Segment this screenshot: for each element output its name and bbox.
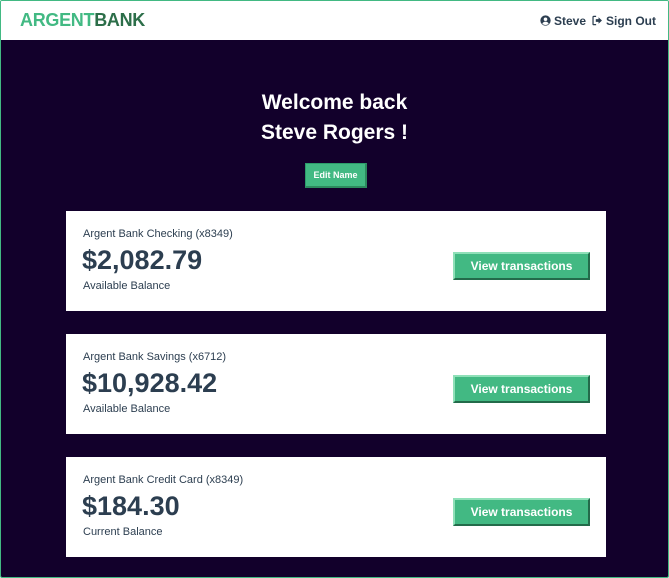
logo-text-argent: ARGENT: [20, 10, 95, 30]
account-title: Argent Bank Checking (x8349): [83, 228, 233, 240]
account-amount: $2,082.79: [82, 245, 203, 275]
welcome-line-1: Welcome back: [261, 91, 408, 114]
account-card-credit: Argent Bank Credit Card (x8349) $184.30 …: [66, 457, 606, 557]
account-card-checking: Argent Bank Checking (x8349) $2,082.79 A…: [66, 211, 606, 311]
edit-name-button[interactable]: Edit Name: [305, 163, 367, 188]
welcome-title: Welcome back Steve Rogers !: [1, 88, 668, 148]
user-name-label: Steve: [553, 13, 586, 28]
welcome-user-name: Steve Rogers !: [260, 121, 409, 144]
account-card-savings: Argent Bank Savings (x6712) $10,928.42 A…: [66, 334, 606, 434]
sign-out-label: Sign Out: [606, 13, 656, 28]
account-amount: $184.30: [82, 491, 180, 521]
account-title: Argent Bank Credit Card (x8349): [83, 474, 244, 486]
account-amount-description: Current Balance: [83, 526, 163, 538]
account-amount: $10,928.42: [82, 368, 218, 398]
app-frame: ARGENT BANK Steve Sign Out Welcome back …: [0, 0, 669, 578]
welcome-header: Welcome back Steve Rogers !: [1, 88, 668, 148]
logo-text-bank: BANK: [94, 10, 145, 30]
user-circle-icon: [540, 15, 551, 26]
nav-right: Steve Sign Out: [540, 14, 656, 28]
user-profile-link[interactable]: Steve: [540, 14, 586, 28]
account-amount-description: Available Balance: [83, 280, 171, 292]
sign-out-icon: [592, 15, 603, 26]
account-title: Argent Bank Savings (x6712): [83, 351, 227, 363]
logo[interactable]: ARGENT BANK: [20, 10, 145, 31]
view-transactions-button[interactable]: View transactions: [453, 252, 590, 280]
account-amount-description: Available Balance: [83, 403, 171, 415]
view-transactions-button[interactable]: View transactions: [453, 375, 590, 403]
main-content: Welcome back Steve Rogers ! Edit Name Ar…: [1, 40, 668, 577]
sign-out-link[interactable]: Sign Out: [592, 14, 656, 28]
main-nav: ARGENT BANK Steve Sign Out: [1, 1, 668, 40]
view-transactions-button[interactable]: View transactions: [453, 498, 590, 526]
